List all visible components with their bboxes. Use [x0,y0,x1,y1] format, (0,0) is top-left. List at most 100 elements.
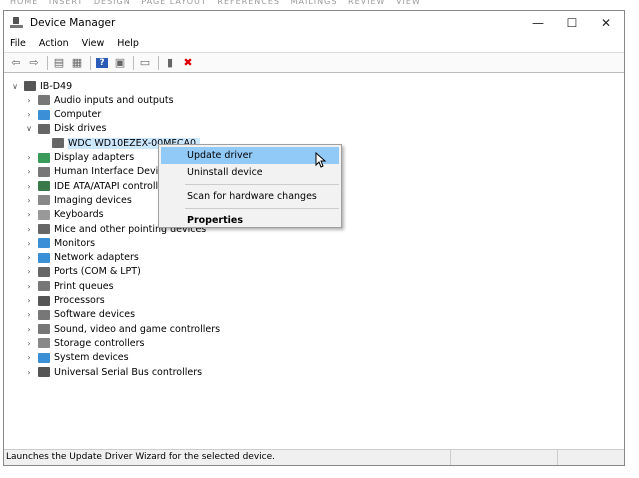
tree-item[interactable]: › Display adapters [24,151,134,165]
tree-item[interactable]: › Storage controllers [24,336,144,350]
tree-item-label: Software devices [54,309,136,321]
chevron-right-icon[interactable]: › [24,296,34,305]
chevron-right-icon[interactable]: › [24,353,34,362]
tree-item[interactable]: › Network adapters [24,251,138,265]
chevron-right-icon[interactable]: › [24,167,34,176]
tree-item[interactable]: › Monitors [24,236,95,250]
status-bar: Launches the Update Driver Wizard for th… [4,449,624,465]
tree-item[interactable]: › IDE ATA/ATAPI controllers [24,179,173,193]
tree-item[interactable]: › Print queues [24,279,114,293]
tree-item[interactable]: › Universal Serial Bus controllers [24,365,202,379]
title-bar: Device Manager — ☐ ✕ [4,11,624,35]
add-driver-button[interactable]: ▮ [162,55,178,71]
tree-item-label: System devices [54,352,129,364]
maximize-button[interactable]: ☐ [555,14,589,32]
status-text: Launches the Update Driver Wizard for th… [4,450,451,465]
menu-help[interactable]: Help [117,38,139,49]
tree-item-label: Universal Serial Bus controllers [54,366,203,378]
chevron-right-icon[interactable]: › [24,196,34,205]
chevron-right-icon[interactable]: › [24,182,34,191]
menu-item-properties[interactable]: Properties [161,212,339,229]
close-button[interactable]: ✕ [589,14,623,32]
menu-item-uninstall-device[interactable]: Uninstall device [161,164,339,181]
forward-arrow-button[interactable]: ⇨ [26,55,42,71]
tree-item-label: Print queues [54,280,114,292]
toolbar-separator [158,55,159,70]
chevron-right-icon[interactable]: › [24,96,34,105]
disk-drive-icon [52,138,64,149]
tree-item[interactable]: › Ports (COM & LPT) [24,265,141,279]
device-category-icon [38,195,50,206]
back-arrow-button[interactable]: ⇦ [8,55,24,71]
chevron-right-icon[interactable]: › [24,110,34,119]
chevron-right-icon[interactable]: › [24,239,34,248]
menu-separator [185,208,339,209]
computer-root-icon [24,81,36,91]
menu-action[interactable]: Action [39,38,69,49]
tree-item-label: IDE ATA/ATAPI controllers [54,180,173,192]
chevron-right-icon[interactable]: › [24,210,34,219]
device-category-icon [38,281,50,292]
device-category-icon [38,295,50,306]
menu-bar: File Action View Help [4,35,624,53]
menu-item-update-driver[interactable]: Update driver [161,147,339,164]
device-category-icon [38,209,50,220]
chevron-right-icon[interactable]: › [24,339,34,348]
tree-item-label: Human Interface Devices [54,166,175,178]
chevron-right-icon[interactable]: › [24,310,34,319]
tree-root[interactable]: ∨ IB-D49 [10,79,72,93]
tree-item[interactable]: › Computer [24,108,101,122]
device-category-icon [38,166,50,177]
menu-file[interactable]: File [10,38,26,49]
menu-separator [185,184,339,185]
tree-item-label: Monitors [54,237,96,249]
tree-item-label: Keyboards [54,209,104,221]
chevron-down-icon[interactable]: ∨ [10,82,20,91]
chevron-right-icon[interactable]: › [24,153,34,162]
device-category-icon [38,238,50,249]
tree-item[interactable]: › Audio inputs and outputs [24,93,173,107]
tree-item[interactable]: › Software devices [24,308,135,322]
chevron-right-icon[interactable]: › [24,282,34,291]
tree-item[interactable]: › Imaging devices [24,193,131,207]
scan-hardware-button[interactable]: ▭ [137,55,153,71]
chevron-right-icon[interactable]: › [24,368,34,377]
tree-item[interactable]: › Human Interface Devices [24,165,174,179]
device-category-icon [38,252,50,263]
tree-item-label: Ports (COM & LPT) [54,266,141,278]
device-category-icon [38,324,50,335]
toolbar: ⇦ ⇨ ▤ ▦? ▣ ▭ ▮ ✖ [4,53,624,73]
device-category-icon [38,338,50,349]
device-tree: ∨ IB-D49 › Audio inputs and outputs › Compute… [4,74,624,449]
chevron-right-icon[interactable]: › [24,325,34,334]
tree-item[interactable]: › Processors [24,294,104,308]
forward-arrow-icon: ⇨ [29,56,39,69]
tree-item-label: Storage controllers [54,337,145,349]
run-button[interactable]: ▣ [112,55,128,71]
device-category-icon [38,181,50,192]
device-category-icon [38,224,50,234]
tree-item[interactable]: › Keyboards [24,208,104,222]
properties-icon: ▦ [71,56,83,69]
chevron-right-icon[interactable]: › [24,253,34,262]
tree-item-label: Computer [54,109,102,121]
device-category-icon [38,123,50,134]
chevron-right-icon[interactable]: › [24,225,34,234]
menu-view[interactable]: View [82,38,105,49]
uninstall-button[interactable]: ✖ [180,55,196,71]
menu-item-scan-hardware[interactable]: Scan for hardware changes [161,188,339,205]
back-arrow-icon: ⇦ [11,56,21,69]
background-ribbon: HOME INSERT DESIGN PAGE LAYOUT REFERENCE… [10,0,421,6]
device-category-icon [38,367,50,377]
tree-item[interactable]: ∨ Disk drives [24,122,106,136]
show-hide-console-tree-button[interactable]: ▤ [51,55,67,71]
tree-item[interactable]: › Sound, video and game controllers [24,322,220,336]
status-pane [451,450,558,465]
minimize-button[interactable]: — [521,14,555,32]
chevron-down-icon[interactable]: ∨ [24,124,34,133]
help-button[interactable]: ? [94,55,110,71]
uninstall-icon: ✖ [183,56,193,69]
tree-item[interactable]: › System devices [24,351,129,365]
chevron-right-icon[interactable]: › [24,267,34,276]
properties-button[interactable]: ▦ [69,55,85,71]
